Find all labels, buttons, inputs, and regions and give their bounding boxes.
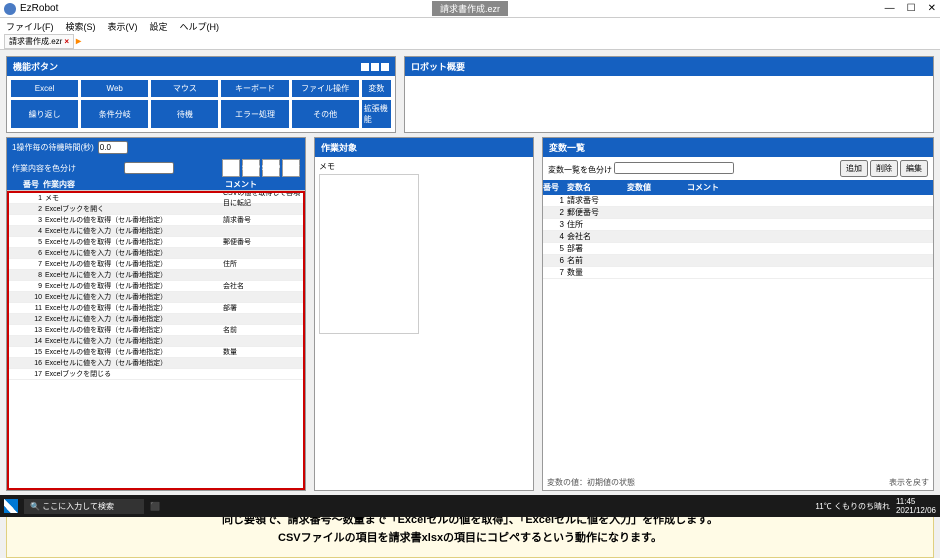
robot-panel: ロボット概要 xyxy=(404,56,934,133)
vars-foot-right[interactable]: 表示を戻す xyxy=(889,477,929,488)
menu-help[interactable]: ヘルプ(H) xyxy=(180,20,220,33)
wait-label: 1操作毎の待機時間(秒) xyxy=(12,142,94,153)
titlebar: EzRobot 請求書作成.ezr — ☐ ✕ xyxy=(0,0,940,18)
target-title: 作業対象 xyxy=(321,141,357,154)
menu-settings[interactable]: 設定 xyxy=(150,20,168,33)
var-add-button[interactable]: 追加 xyxy=(840,160,868,177)
fn-ext[interactable]: 拡張機能 xyxy=(362,100,391,128)
vars-foot-left: 変数の値：初期値の状態 xyxy=(547,477,635,488)
vars-title: 変数一覧 xyxy=(549,141,585,154)
app-name: EzRobot xyxy=(20,3,58,14)
wait-input[interactable] xyxy=(98,141,128,154)
color-label: 作業内容を色分け xyxy=(12,163,76,174)
step-row[interactable]: 6Excelセルに値を入力（セル番地指定） xyxy=(9,248,303,259)
var-row[interactable]: 4会社名 xyxy=(543,231,933,243)
fn-web[interactable]: Web xyxy=(81,80,148,97)
maximize-button[interactable]: ☐ xyxy=(907,3,916,14)
steps-panel: 1操作毎の待機時間(秒) 作業内容を色分け REC STEP STOP PLAY… xyxy=(6,137,306,491)
memo-label: メモ xyxy=(319,161,529,172)
steps-hdr-action: 作業内容 xyxy=(43,179,225,190)
tab-label: 請求書作成.ezr xyxy=(9,36,62,47)
step-row[interactable]: 5Excelセルの値を取得（セル番地指定）郵便番号 xyxy=(9,237,303,248)
var-del-button[interactable]: 削除 xyxy=(870,160,898,177)
fn-keyboard[interactable]: キーボード xyxy=(221,80,288,97)
step-row[interactable]: 11Excelセルの値を取得（セル番地指定）部署 xyxy=(9,303,303,314)
fn-file[interactable]: ファイル操作 xyxy=(292,80,359,97)
play-button[interactable]: PLAY xyxy=(282,159,300,177)
close-button[interactable]: ✕ xyxy=(928,3,936,14)
document-tab[interactable]: 請求書作成.ezr × xyxy=(4,34,74,49)
tab-nav-icon[interactable]: ▸ xyxy=(76,36,81,47)
step-row[interactable]: 4Excelセルに値を入力（セル番地指定） xyxy=(9,226,303,237)
function-panel: 機能ボタン Excel Web マウス キーボード ファイル操作 変数 繰り返し… xyxy=(6,56,396,133)
step-row[interactable]: 16Excelセルに値を入力（セル番地指定） xyxy=(9,358,303,369)
step-row[interactable]: 1メモCSVの値を取得して各項目に転記 xyxy=(9,193,303,204)
var-row[interactable]: 2郵便番号 xyxy=(543,207,933,219)
fn-variable[interactable]: 変数 xyxy=(362,80,391,97)
step-row[interactable]: 3Excelセルの値を取得（セル番地指定）請求番号 xyxy=(9,215,303,226)
weather[interactable]: 11℃ くもりのち晴れ xyxy=(815,501,890,512)
var-row[interactable]: 6名前 xyxy=(543,255,933,267)
vars-body[interactable]: 1請求番号2郵便番号3住所4会社名5部署6名前7数量 xyxy=(543,195,933,475)
tabbar: 請求書作成.ezr × ▸ xyxy=(0,34,940,50)
doc-title: 請求書作成.ezr xyxy=(432,1,508,16)
step-row[interactable]: 9Excelセルの値を取得（セル番地指定）会社名 xyxy=(9,281,303,292)
taskbar-search[interactable]: 🔍 ここに入力して検索 xyxy=(24,499,144,514)
fn-other[interactable]: その他 xyxy=(292,100,359,128)
step-row[interactable]: 13Excelセルの値を取得（セル番地指定）名前 xyxy=(9,325,303,336)
var-row[interactable]: 5部署 xyxy=(543,243,933,255)
var-row[interactable]: 7数量 xyxy=(543,267,933,279)
start-button[interactable] xyxy=(4,499,18,513)
target-area xyxy=(319,174,419,334)
step-row[interactable]: 15Excelセルの値を取得（セル番地指定）数量 xyxy=(9,347,303,358)
fn-wait[interactable]: 待機 xyxy=(151,100,218,128)
clock[interactable]: 11:452021/12/06 xyxy=(896,497,936,515)
fn-excel[interactable]: Excel xyxy=(11,80,78,97)
robot-body xyxy=(405,76,933,126)
step-button[interactable]: STEP xyxy=(242,159,260,177)
menu-file[interactable]: ファイル(F) xyxy=(6,20,54,33)
menu-search[interactable]: 検索(S) xyxy=(66,20,96,33)
fn-error[interactable]: エラー処理 xyxy=(221,100,288,128)
vars-color-input[interactable] xyxy=(614,162,734,174)
color-input[interactable] xyxy=(124,162,174,174)
vars-hdr-val: 変数値 xyxy=(627,182,687,193)
vars-hdr-num: 番号 xyxy=(543,182,567,193)
stop-button[interactable]: STOP xyxy=(262,159,280,177)
vars-panel: 変数一覧 変数一覧を色分け 追加 削除 編集 番号 変数名 変数値 コメント 1… xyxy=(542,137,934,491)
step-row[interactable]: 8Excelセルに値を入力（セル番地指定） xyxy=(9,270,303,281)
var-row[interactable]: 1請求番号 xyxy=(543,195,933,207)
fn-condition[interactable]: 条件分岐 xyxy=(81,100,148,128)
step-row[interactable]: 10Excelセルに値を入力（セル番地指定） xyxy=(9,292,303,303)
rec-button[interactable]: REC xyxy=(222,159,240,177)
taskbar: 🔍 ここに入力して検索 ⬛ 11℃ くもりのち晴れ 11:452021/12/0… xyxy=(0,495,940,517)
step-row[interactable]: 7Excelセルの値を取得（セル番地指定）住所 xyxy=(9,259,303,270)
tab-close-icon[interactable]: × xyxy=(64,37,69,46)
target-panel: 作業対象 メモ xyxy=(314,137,534,491)
vars-color-label: 変数一覧を色分け xyxy=(548,165,612,174)
steps-hdr-comment: コメント xyxy=(225,179,305,190)
note-line2: CSVファイルの項目を請求書xlsxの項目にコピペするという動作になります。 xyxy=(17,530,923,548)
var-edit-button[interactable]: 編集 xyxy=(900,160,928,177)
step-row[interactable]: 12Excelセルに値を入力（セル番地指定） xyxy=(9,314,303,325)
fn-loop[interactable]: 繰り返し xyxy=(11,100,78,128)
vars-hdr-comment: コメント xyxy=(687,182,933,193)
fn-mouse[interactable]: マウス xyxy=(151,80,218,97)
taskbar-app-icon[interactable]: ⬛ xyxy=(150,502,160,511)
var-row[interactable]: 3住所 xyxy=(543,219,933,231)
vars-hdr-name: 変数名 xyxy=(567,182,627,193)
robot-panel-title: ロボット概要 xyxy=(411,60,465,73)
menubar: ファイル(F) 検索(S) 表示(V) 設定 ヘルプ(H) xyxy=(0,18,940,34)
menu-view[interactable]: 表示(V) xyxy=(108,20,138,33)
minimize-button[interactable]: — xyxy=(885,3,895,14)
function-panel-title: 機能ボタン xyxy=(13,60,58,73)
app-icon xyxy=(4,3,16,15)
steps-hdr-num: 番号 xyxy=(23,179,43,190)
step-row[interactable]: 17Excelブックを閉じる xyxy=(9,369,303,380)
steps-body[interactable]: 1メモCSVの値を取得して各項目に転記2Excelブックを開く3Excelセルの… xyxy=(7,191,305,490)
step-row[interactable]: 14Excelセルに値を入力（セル番地指定） xyxy=(9,336,303,347)
